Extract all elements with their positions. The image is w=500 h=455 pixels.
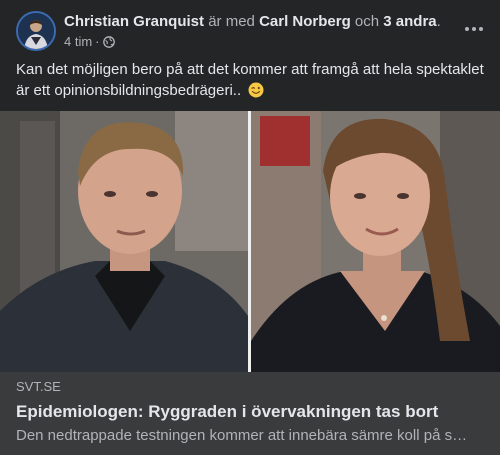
- globe-icon[interactable]: [102, 36, 115, 48]
- period: .: [436, 13, 441, 30]
- interview-photo: [0, 111, 500, 372]
- author-name[interactable]: Christian Granquist: [64, 13, 204, 30]
- dot: [479, 27, 483, 31]
- dot: [465, 27, 469, 31]
- tagged-others[interactable]: 3 andra: [383, 13, 436, 30]
- link-preview-image[interactable]: [0, 111, 500, 372]
- post-meta: 4 tim ·: [64, 34, 115, 50]
- avatar-image: [18, 13, 54, 49]
- meta-separator: ·: [95, 34, 100, 49]
- wink-emoji-icon: [248, 82, 264, 98]
- dot: [472, 27, 476, 31]
- post-header: Christian Granquist är med Carl Norberg …: [16, 11, 486, 53]
- feed-post: Christian Granquist är med Carl Norberg …: [0, 0, 500, 455]
- link-headline[interactable]: Epidemiologen: Ryggraden i övervakningen…: [16, 401, 438, 422]
- post-time[interactable]: 4 tim: [64, 34, 92, 50]
- post-attribution: Christian Granquist är med Carl Norberg …: [64, 13, 441, 31]
- tagged-person[interactable]: Carl Norberg: [259, 13, 351, 30]
- and-text: och: [350, 13, 384, 30]
- link-domain: SVT.SE: [16, 379, 61, 394]
- author-avatar[interactable]: [16, 11, 56, 51]
- more-options-icon[interactable]: [462, 17, 486, 41]
- post-message: Kan det möjligen bero på att det kommer …: [16, 59, 486, 101]
- with-text: är med: [204, 13, 260, 30]
- link-preview-card[interactable]: SVT.SE Epidemiologen: Ryggraden i överva…: [0, 372, 500, 455]
- link-description: Den nedtrappade testningen kommer att in…: [16, 427, 468, 444]
